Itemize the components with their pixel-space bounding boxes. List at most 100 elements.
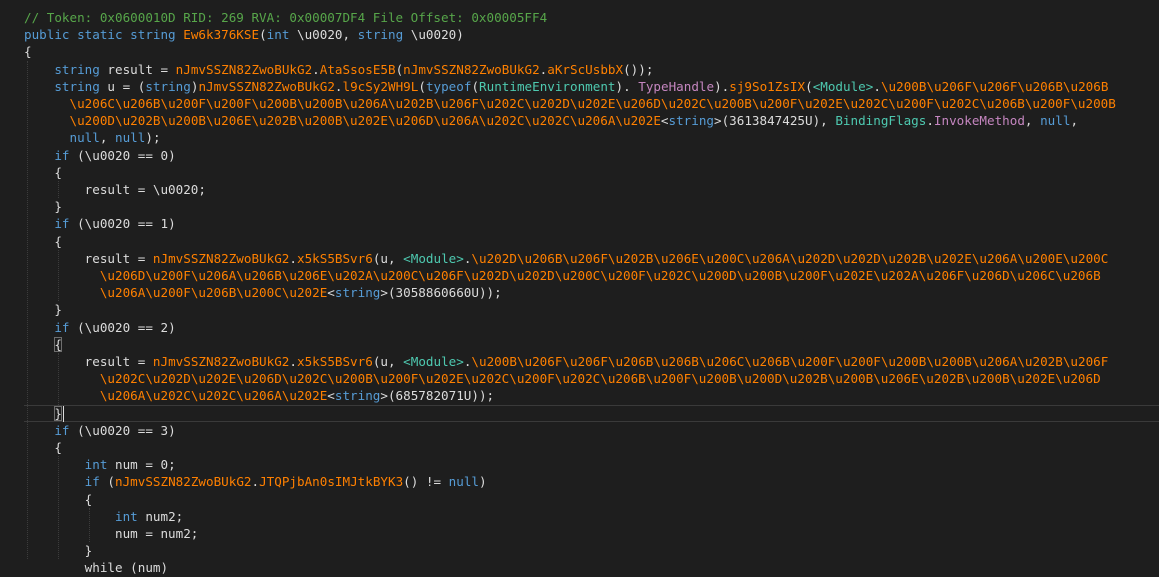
code-line[interactable]: int num2; xyxy=(24,508,183,525)
code-line[interactable]: \u202C\u202D\u202E\u206D\u202C\u200B\u20… xyxy=(24,370,1101,387)
code-token-plain: { xyxy=(24,440,62,455)
code-token-keyword: string xyxy=(54,79,100,94)
code-token-property: TypeHandle xyxy=(638,79,714,94)
code-token-method: \u206C\u206B\u200F\u200F\u200B\u200B\u20… xyxy=(70,96,1116,111)
code-token-plain: < xyxy=(327,388,335,403)
code-line[interactable]: \u206D\u200F\u206A\u206B\u206E\u202A\u20… xyxy=(24,267,1101,284)
code-token-keyword: public static string xyxy=(24,27,183,42)
code-token-keyword: if xyxy=(54,216,69,231)
brace-match-highlight xyxy=(54,406,62,421)
code-line[interactable]: result = nJmvSSZN82ZwoBUkG2.x5kS5BSvr6(u… xyxy=(24,250,1108,267)
code-line[interactable]: \u206C\u206B\u200F\u200F\u200B\u200B\u20… xyxy=(24,95,1116,112)
code-line[interactable]: if (\u0020 == 1) xyxy=(24,215,176,232)
code-token-plain xyxy=(24,79,54,94)
code-token-type: <Module> xyxy=(403,354,464,369)
code-token-keyword: null xyxy=(449,474,479,489)
code-token-plain: , xyxy=(1025,113,1040,128)
code-token-plain: < xyxy=(661,113,669,128)
code-token-type: <Module> xyxy=(813,79,874,94)
code-token-plain xyxy=(24,285,100,300)
code-token-plain: { xyxy=(24,492,92,507)
code-token-plain: >(685782071U)); xyxy=(380,388,494,403)
code-token-plain: ()); xyxy=(623,62,653,77)
code-line[interactable]: { xyxy=(24,439,62,456)
code-line[interactable]: { xyxy=(24,43,32,60)
code-token-plain: (u, xyxy=(373,251,403,266)
code-token-plain: ). xyxy=(616,79,639,94)
code-line[interactable]: } xyxy=(24,198,62,215)
code-token-plain: ( xyxy=(418,79,426,94)
code-token-plain: } xyxy=(24,199,62,214)
code-token-type: <Module> xyxy=(403,251,464,266)
code-line[interactable]: } xyxy=(24,542,92,559)
code-token-plain: < xyxy=(327,285,335,300)
code-line[interactable]: if (nJmvSSZN82ZwoBUkG2.JTQPjbAn0sIMJtkBY… xyxy=(24,473,487,490)
code-line[interactable]: public static string Ew6k376KSE(int \u00… xyxy=(24,26,464,43)
code-token-plain: (\u0020 == 2) xyxy=(70,320,176,335)
code-token-comment: // Token: 0x0600010D RID: 269 RVA: 0x000… xyxy=(24,10,547,25)
code-token-method: nJmvSSZN82ZwoBUkG2 xyxy=(153,251,289,266)
code-token-plain: (u, xyxy=(373,354,403,369)
code-line[interactable]: result = nJmvSSZN82ZwoBUkG2.x5kS5BSvr6(u… xyxy=(24,353,1108,370)
code-line[interactable]: if (\u0020 == 2) xyxy=(24,319,176,336)
code-line[interactable]: \u200D\u202B\u200B\u206E\u202B\u200B\u20… xyxy=(24,112,1078,129)
code-token-method: AtaSsosE5B xyxy=(320,62,396,77)
code-token-keyword: int xyxy=(115,509,138,524)
code-line[interactable]: int num = 0; xyxy=(24,456,176,473)
code-line[interactable]: \u206A\u200F\u206B\u200C\u202E<string>(3… xyxy=(24,284,502,301)
code-token-plain xyxy=(24,509,115,524)
code-line[interactable]: string u = (string)nJmvSSZN82ZwoBUkG2.l9… xyxy=(24,78,1108,95)
code-token-plain: ( xyxy=(805,79,813,94)
code-line[interactable]: { xyxy=(24,164,62,181)
code-token-plain xyxy=(24,148,54,163)
code-token-plain: . xyxy=(289,251,297,266)
code-token-method: \u202C\u202D\u202E\u206D\u202C\u200B\u20… xyxy=(100,371,1101,386)
code-line[interactable]: num = num2; xyxy=(24,525,198,542)
code-token-method: \u200B\u206F\u206F\u206B\u206B xyxy=(881,79,1108,94)
code-line[interactable]: if (\u0020 == 3) xyxy=(24,422,176,439)
code-token-plain: num = 0; xyxy=(107,457,175,472)
code-token-keyword: int xyxy=(267,27,290,42)
code-token-plain xyxy=(24,388,100,403)
code-line[interactable]: if (\u0020 == 0) xyxy=(24,147,176,164)
code-token-keyword: string xyxy=(335,285,381,300)
code-token-plain: while (num) xyxy=(24,560,168,575)
code-line[interactable]: // Token: 0x0600010D RID: 269 RVA: 0x000… xyxy=(24,9,547,26)
code-token-plain: u = ( xyxy=(100,79,146,94)
code-line[interactable]: while (num) xyxy=(24,559,168,576)
code-token-keyword: if xyxy=(85,474,100,489)
code-token-method: nJmvSSZN82ZwoBUkG2 xyxy=(198,79,334,94)
code-token-plain xyxy=(24,62,54,77)
code-token-method: x5kS5BSvr6 xyxy=(297,251,373,266)
code-token-plain: result = \u0020; xyxy=(24,182,206,197)
code-token-plain: (\u0020 == 1) xyxy=(70,216,176,231)
current-line-highlight xyxy=(24,405,1159,422)
code-token-plain xyxy=(24,113,70,128)
code-token-plain: () != xyxy=(403,474,449,489)
code-line[interactable]: \u206A\u202C\u202C\u206A\u202E<string>(6… xyxy=(24,387,494,404)
code-token-plain: . xyxy=(873,79,881,94)
code-token-keyword: if xyxy=(54,320,69,335)
code-token-keyword: string xyxy=(335,388,381,403)
code-line[interactable]: } xyxy=(24,301,62,318)
code-line[interactable]: result = \u0020; xyxy=(24,181,206,198)
code-token-method: \u202D\u206B\u206F\u202B\u206E\u200C\u20… xyxy=(471,251,1108,266)
code-token-method: \u200D\u202B\u200B\u206E\u202B\u200B\u20… xyxy=(70,113,661,128)
code-token-type: BindingFlags xyxy=(835,113,926,128)
code-token-method: l9cSy2WH9L xyxy=(343,79,419,94)
code-line[interactable]: null, null); xyxy=(24,129,161,146)
code-token-method: nJmvSSZN82ZwoBUkG2 xyxy=(153,354,289,369)
code-line[interactable]: string result = nJmvSSZN82ZwoBUkG2.AtaSs… xyxy=(24,61,653,78)
code-editor[interactable]: // Token: 0x0600010D RID: 269 RVA: 0x000… xyxy=(0,0,1159,570)
code-token-plain: num = num2; xyxy=(24,526,198,541)
code-token-property: InvokeMethod xyxy=(934,113,1025,128)
code-token-plain: } xyxy=(24,302,62,317)
code-line[interactable]: { xyxy=(24,491,92,508)
code-token-plain xyxy=(24,320,54,335)
code-token-plain xyxy=(24,268,100,283)
code-token-plain: . xyxy=(252,474,260,489)
code-token-plain: >(3613847425U), xyxy=(714,113,835,128)
code-line[interactable]: { xyxy=(24,233,62,250)
code-token-method: sj9So1ZsIX xyxy=(729,79,805,94)
code-token-plain: { xyxy=(24,165,62,180)
